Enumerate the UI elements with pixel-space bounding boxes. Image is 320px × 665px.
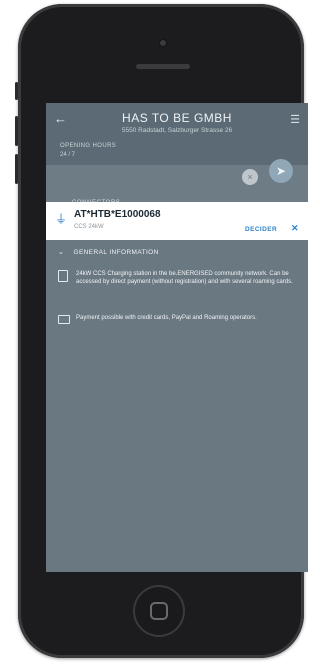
front-camera <box>159 39 167 47</box>
station-title: HAS TO BE GMBH <box>122 111 232 125</box>
app-screen: ← ☰ HAS TO BE GMBH 5550 Radstadt, Salzbu… <box>46 103 308 572</box>
navigate-fab[interactable]: ➤ <box>269 159 293 183</box>
connector-id: AT*HTB*E1000068 <box>74 209 161 220</box>
home-square-icon <box>150 602 168 620</box>
credit-card-icon <box>58 315 70 324</box>
chevron-down-icon: ⌄ <box>58 249 65 256</box>
connector-type: CCS 24kW <box>74 224 104 230</box>
close-fab[interactable]: × <box>242 169 258 185</box>
home-button[interactable] <box>133 585 185 637</box>
station-address: 5550 Radstadt, Salzburger Strasse 26 <box>121 127 233 134</box>
action-row: × ➤ <box>46 159 308 193</box>
opening-hours-value: 24 / 7 <box>60 152 76 158</box>
volume-down-button <box>15 154 18 184</box>
plug-icon: ⏚ <box>54 212 67 226</box>
document-icon <box>58 270 68 282</box>
close-icon[interactable]: ✕ <box>291 223 299 234</box>
silent-switch <box>15 82 18 100</box>
general-info-label: GENERAL INFORMATION <box>73 249 159 256</box>
info-text: Payment possible with credit cards, PayP… <box>76 315 257 321</box>
general-info-header[interactable]: ⌄ GENERAL INFORMATION <box>46 240 308 256</box>
station-header: ← ☰ HAS TO BE GMBH 5550 Radstadt, Salzbu… <box>46 103 308 165</box>
connector-card[interactable]: ⏚ AT*HTB*E1000068 CCS 24kW DECIDER ✕ <box>46 202 308 240</box>
decider-button[interactable]: DECIDER <box>245 226 277 233</box>
info-text: 24kW CCS Charging station in the be.ENER… <box>76 271 293 285</box>
volume-up-button <box>15 116 18 146</box>
earpiece-speaker <box>136 64 190 69</box>
opening-hours-label: OPENING HOURS <box>60 143 117 149</box>
general-info-section: ⌄ GENERAL INFORMATION 24kW CCS Charging … <box>46 240 308 572</box>
